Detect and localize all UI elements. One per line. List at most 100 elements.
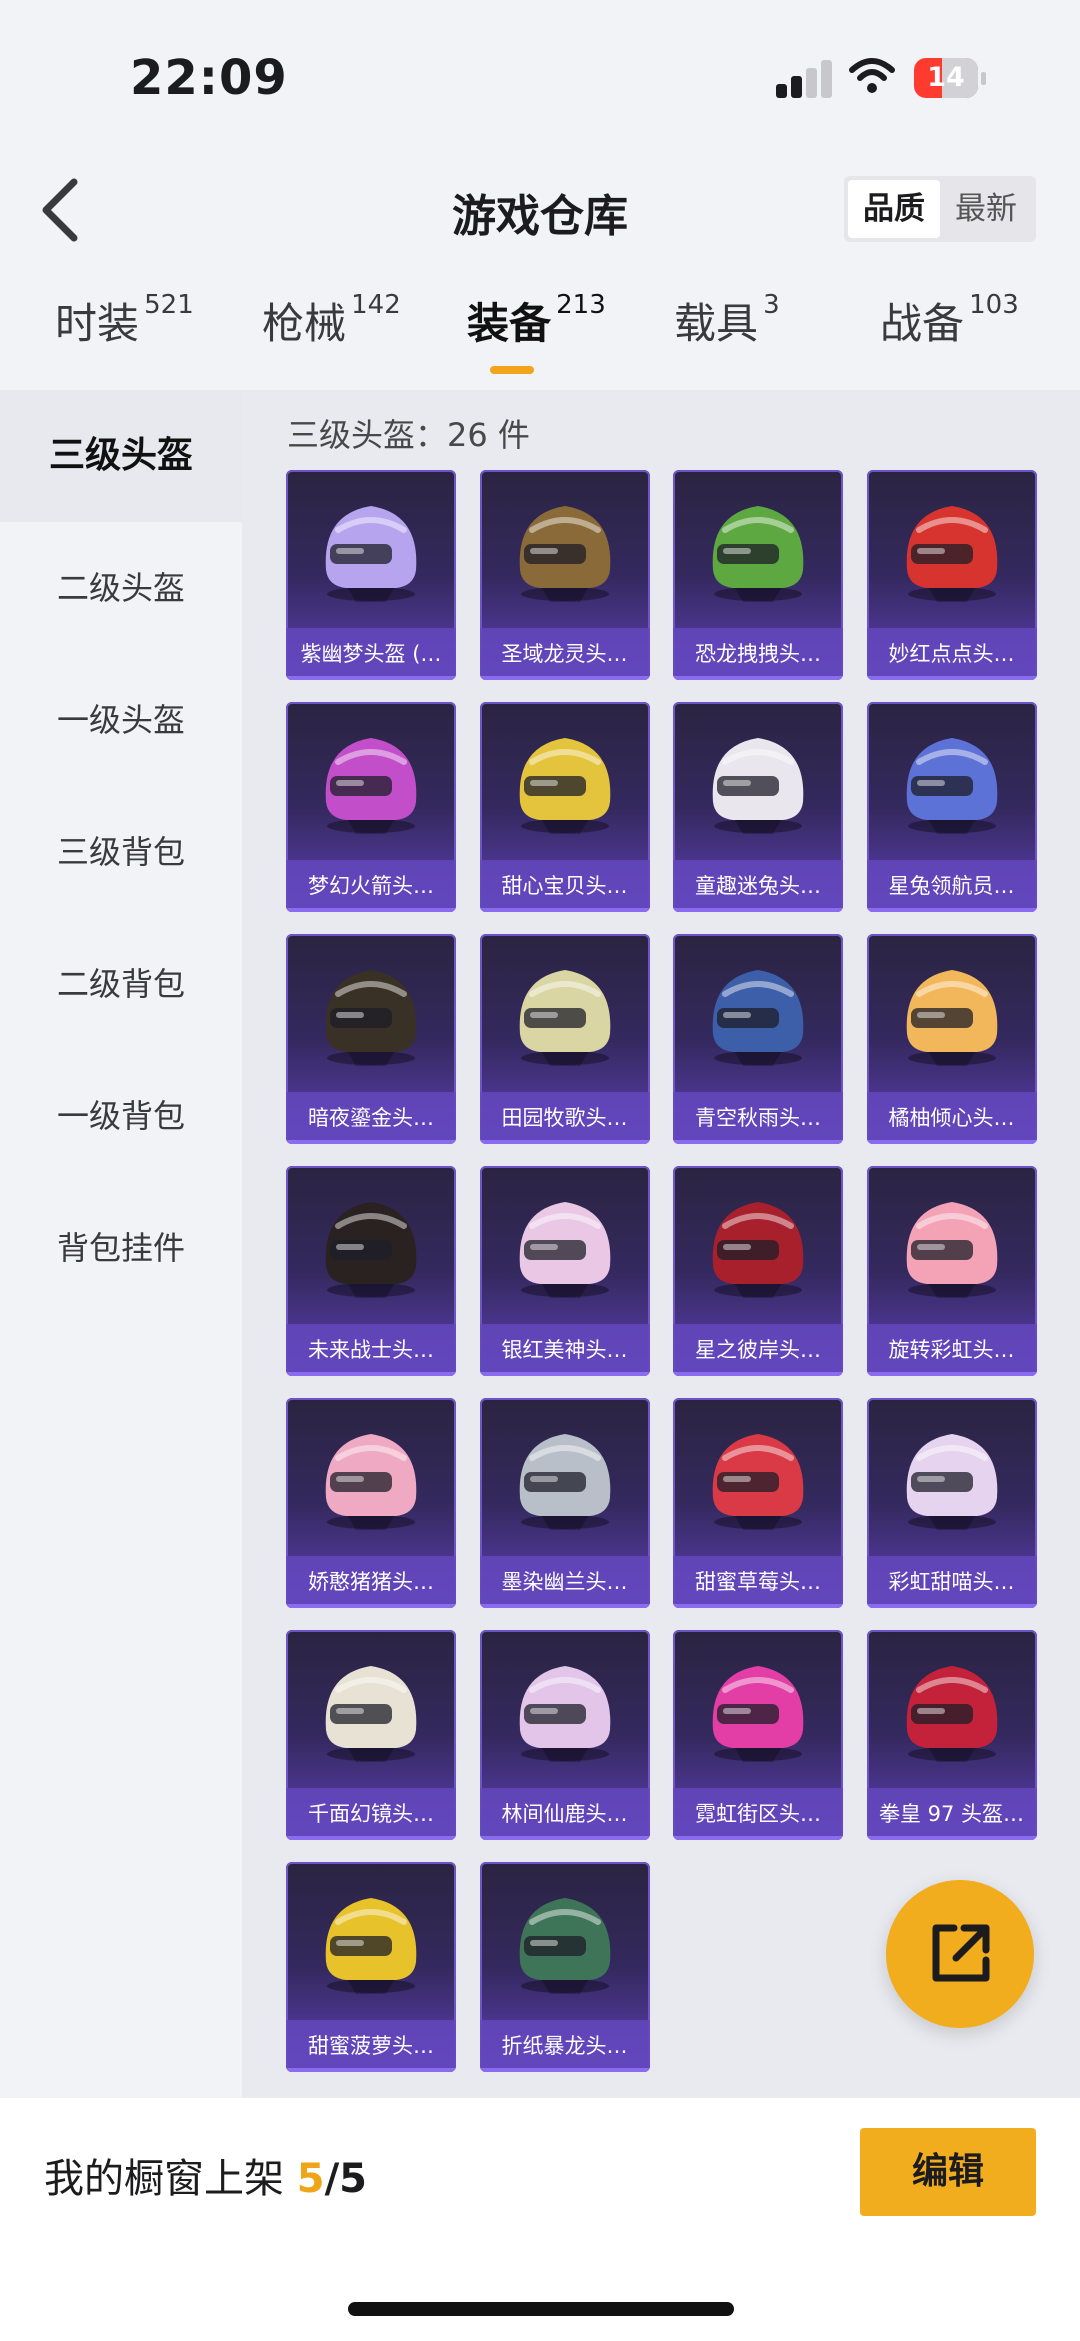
helmet-icon (519, 738, 610, 834)
sidebar-item-level1-helmet[interactable]: 一级头盔 (0, 654, 242, 786)
item-card[interactable]: 银红美神头… (479, 1166, 650, 1376)
card-quality-bar (286, 1604, 456, 1608)
item-name: 童趣迷兔头… (673, 860, 843, 912)
item-name: 暗夜鎏金头… (286, 1092, 456, 1144)
tab-vehicles[interactable]: 载具 3 (674, 290, 780, 380)
sidebar-item-backpack-pendant[interactable]: 背包挂件 (0, 1182, 242, 1314)
helmet-icon (906, 506, 997, 602)
sidebar-item-level3-backpack[interactable]: 三级背包 (0, 786, 242, 918)
item-card[interactable]: 甜蜜菠萝头… (286, 1862, 456, 2072)
category-tabs: 时装 521 枪械 142 装备 213 载具 3 战备 103 (0, 290, 1080, 390)
card-quality-bar (286, 2068, 456, 2072)
item-name: 墨染幽兰头… (479, 1556, 650, 1608)
sidebar-item-level2-helmet[interactable]: 二级头盔 (0, 522, 242, 654)
card-quality-bar (673, 1372, 843, 1376)
helmet-icon (519, 1202, 610, 1298)
item-name: 甜心宝贝头… (479, 860, 650, 912)
card-quality-bar (866, 908, 1037, 912)
item-card[interactable]: 梦幻火箭头… (286, 702, 456, 912)
item-card[interactable]: 林间仙鹿头… (479, 1630, 650, 1840)
item-card[interactable]: 田园牧歌头… (479, 934, 650, 1144)
battery-icon: 14 (914, 58, 986, 98)
helmet-icon (906, 1666, 997, 1762)
tab-guns[interactable]: 枪械 142 (262, 290, 401, 380)
item-name: 星之彼岸头… (673, 1324, 843, 1376)
item-name: 旋转彩虹头… (866, 1324, 1037, 1376)
helmet-icon (519, 1434, 610, 1530)
item-card[interactable]: 妙红点点头… (866, 470, 1037, 680)
item-name: 妙红点点头… (866, 628, 1037, 680)
card-quality-bar (673, 676, 843, 680)
item-card[interactable]: 青空秋雨头… (673, 934, 843, 1144)
item-name: 恐龙拽拽头… (673, 628, 843, 680)
item-name: 未来战士头… (286, 1324, 456, 1376)
tab-equipment[interactable]: 装备 213 (467, 290, 606, 380)
item-card[interactable]: 甜心宝贝头… (479, 702, 650, 912)
item-name: 梦幻火箭头… (286, 860, 456, 912)
helmet-icon (519, 506, 610, 602)
card-quality-bar (479, 1140, 650, 1144)
helmet-icon (906, 1202, 997, 1298)
section-header: 三级头盔：26 件 (287, 416, 530, 454)
item-name: 甜蜜草莓头… (673, 1556, 843, 1608)
item-name: 甜蜜菠萝头… (286, 2020, 456, 2072)
item-card[interactable]: 橘柚倾心头… (866, 934, 1037, 1144)
helmet-icon (906, 970, 997, 1066)
card-quality-bar (866, 1372, 1037, 1376)
card-quality-bar (479, 1604, 650, 1608)
item-card[interactable]: 千面幻镜头… (286, 1630, 456, 1840)
tab-supplies-label: 战备 (880, 299, 965, 348)
item-name: 娇憨猪猪头… (286, 1556, 456, 1608)
item-card[interactable]: 彩虹甜喵头… (866, 1398, 1037, 1608)
item-card[interactable]: 甜蜜草莓头… (673, 1398, 843, 1608)
share-button[interactable] (886, 1880, 1034, 2028)
item-card[interactable]: 霓虹街区头… (673, 1630, 843, 1840)
showcase-status: 我的橱窗上架 5/5 (44, 2146, 367, 2204)
item-name: 田园牧歌头… (479, 1092, 650, 1144)
item-card[interactable]: 拳皇 97 头盔… (866, 1630, 1037, 1840)
item-card[interactable]: 未来战士头… (286, 1166, 456, 1376)
item-card[interactable]: 星之彼岸头… (673, 1166, 843, 1376)
home-indicator (348, 2302, 734, 2316)
item-card[interactable]: 旋转彩虹头… (866, 1166, 1037, 1376)
item-card[interactable]: 紫幽梦头盔 (… (286, 470, 456, 680)
sidebar-item-level3-helmet[interactable]: 三级头盔 (0, 390, 242, 522)
status-time: 22:09 (130, 50, 288, 106)
card-quality-bar (673, 1140, 843, 1144)
helmet-icon (519, 1666, 610, 1762)
sort-by-newest-button[interactable]: 最新 (940, 180, 1032, 238)
tab-equipment-label: 装备 (467, 299, 552, 348)
sort-toggle: 品质 最新 (844, 176, 1036, 242)
sidebar: 三级头盔 二级头盔 一级头盔 三级背包 二级背包 一级背包 背包挂件 (0, 390, 242, 2100)
card-quality-bar (479, 2068, 650, 2072)
sort-by-quality-button[interactable]: 品质 (848, 180, 940, 238)
tab-supplies[interactable]: 战备 103 (880, 290, 1019, 380)
item-card[interactable]: 星兔领航员… (866, 702, 1037, 912)
tab-fashion[interactable]: 时装 521 (55, 290, 194, 380)
item-card[interactable]: 圣域龙灵头… (479, 470, 650, 680)
card-quality-bar (673, 1836, 843, 1840)
item-name: 彩虹甜喵头… (866, 1556, 1037, 1608)
item-name: 林间仙鹿头… (479, 1788, 650, 1840)
item-card[interactable]: 娇憨猪猪头… (286, 1398, 456, 1608)
helmet-icon (712, 738, 804, 834)
sidebar-item-level1-backpack[interactable]: 一级背包 (0, 1050, 242, 1182)
item-card[interactable]: 恐龙拽拽头… (673, 470, 843, 680)
cellular-signal-icon (776, 60, 834, 98)
item-card[interactable]: 墨染幽兰头… (479, 1398, 650, 1608)
edit-button[interactable]: 编辑 (860, 2128, 1036, 2216)
card-quality-bar (866, 1140, 1037, 1144)
card-quality-bar (286, 1836, 456, 1840)
item-card[interactable]: 折纸暴龙头… (479, 1862, 650, 2072)
item-name: 银红美神头… (479, 1324, 650, 1376)
item-card[interactable]: 暗夜鎏金头… (286, 934, 456, 1144)
helmet-icon (906, 1434, 997, 1530)
tab-fashion-count: 521 (144, 290, 194, 320)
card-quality-bar (866, 676, 1037, 680)
warehouse-page: 22:09 14 游戏仓库 品质 最新 时装 521 枪械 142 装备 213… (0, 0, 1080, 2341)
helmet-icon (325, 506, 417, 602)
card-quality-bar (479, 676, 650, 680)
item-card[interactable]: 童趣迷兔头… (673, 702, 843, 912)
item-name: 橘柚倾心头… (866, 1092, 1037, 1144)
sidebar-item-level2-backpack[interactable]: 二级背包 (0, 918, 242, 1050)
